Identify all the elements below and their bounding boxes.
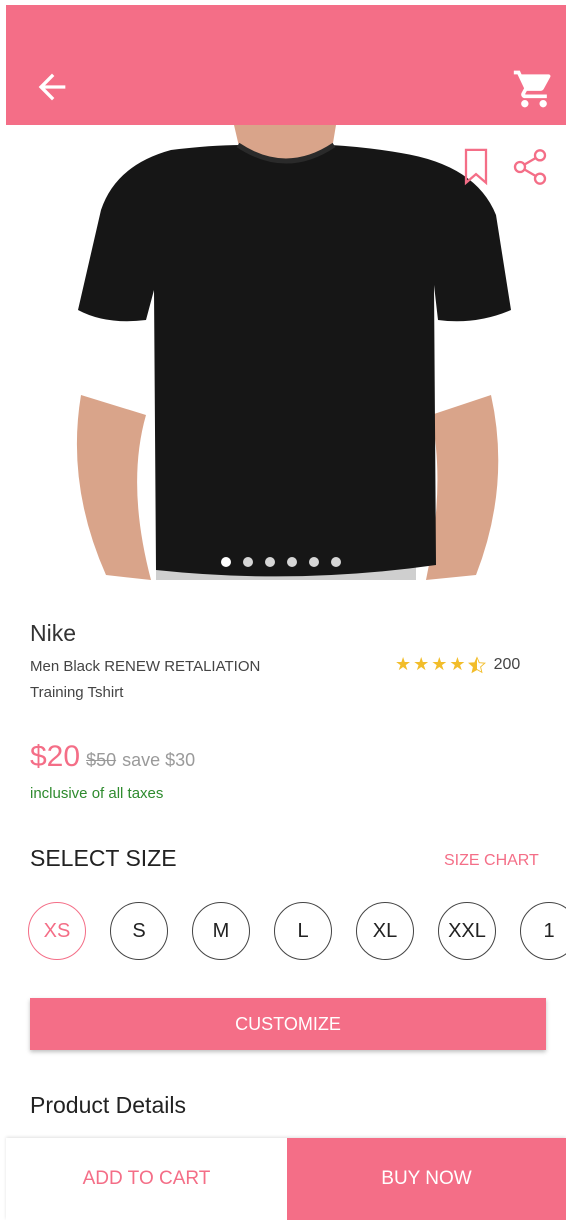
carousel-indicators bbox=[221, 557, 341, 567]
size-chart-link[interactable]: SIZE CHART bbox=[444, 852, 539, 870]
product-rating: ★ ★ ★ ★ 200 bbox=[395, 654, 520, 675]
size-options: XS S M L XL XXL 1 bbox=[28, 902, 566, 960]
star-icon: ★ bbox=[395, 654, 412, 674]
carousel-dot[interactable] bbox=[265, 557, 275, 567]
carousel-dot[interactable] bbox=[331, 557, 341, 567]
review-count: 200 bbox=[493, 655, 521, 673]
size-option-m[interactable]: M bbox=[192, 902, 250, 960]
shopping-cart-icon[interactable] bbox=[512, 67, 556, 111]
buy-now-button[interactable]: BUY NOW bbox=[287, 1138, 566, 1220]
bottom-action-bar: ADD TO CART BUY NOW bbox=[6, 1138, 566, 1220]
star-icon: ★ bbox=[449, 654, 466, 674]
half-star-icon bbox=[467, 655, 486, 673]
size-option-xl[interactable]: XL bbox=[356, 902, 414, 960]
bookmark-icon[interactable] bbox=[458, 147, 494, 187]
customize-button[interactable]: CUSTOMIZE bbox=[30, 998, 546, 1050]
carousel-dot[interactable] bbox=[309, 557, 319, 567]
tax-note: inclusive of all taxes bbox=[30, 785, 164, 802]
original-price: $50 bbox=[86, 750, 117, 770]
product-name: Men Black RENEW RETALIATION Training Tsh… bbox=[30, 658, 261, 701]
add-to-cart-button[interactable]: ADD TO CART bbox=[6, 1138, 287, 1220]
app-bar bbox=[6, 5, 566, 125]
arrow-left-icon[interactable] bbox=[32, 67, 72, 107]
star-icon: ★ bbox=[431, 654, 448, 674]
brand-name: Nike bbox=[30, 620, 77, 646]
select-size-heading: SELECT SIZE bbox=[30, 845, 177, 871]
size-option-xs[interactable]: XS bbox=[28, 902, 86, 960]
carousel-dot[interactable] bbox=[221, 557, 231, 567]
savings-text: save $30 bbox=[122, 750, 196, 770]
product-image-carousel[interactable] bbox=[6, 125, 566, 580]
product-photo bbox=[76, 125, 511, 580]
price: $20 bbox=[30, 740, 81, 773]
product-details-heading: Product Details bbox=[30, 1092, 186, 1118]
size-option-xxl[interactable]: XXL bbox=[438, 902, 496, 960]
size-option-partial[interactable]: 1 bbox=[520, 902, 566, 960]
star-icon: ★ bbox=[413, 654, 430, 674]
share-icon[interactable] bbox=[510, 147, 550, 187]
size-option-s[interactable]: S bbox=[110, 902, 168, 960]
size-option-l[interactable]: L bbox=[274, 902, 332, 960]
price-row: $20 $50 save $30 bbox=[30, 740, 195, 774]
carousel-dot[interactable] bbox=[287, 557, 297, 567]
carousel-dot[interactable] bbox=[243, 557, 253, 567]
